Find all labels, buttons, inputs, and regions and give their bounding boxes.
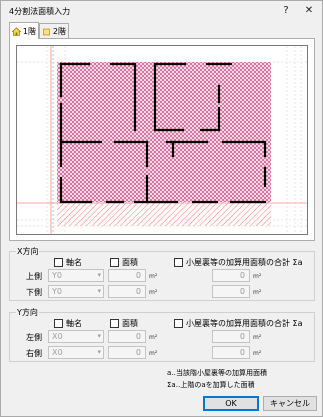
x-loft-label: 小屋裏等の加算用面積の合計 Σa xyxy=(186,258,303,267)
x-area-label: 面積 xyxy=(122,258,138,267)
x-upper-loft-input[interactable]: 0 xyxy=(212,269,250,282)
x-lower-loft-input[interactable]: 0 xyxy=(212,285,250,298)
y-left-area-input[interactable]: 0 xyxy=(108,330,146,343)
y-right-loft-input[interactable]: 0 xyxy=(212,346,250,359)
x-area-checkbox[interactable] xyxy=(110,258,119,267)
y-right-area-unit: m² xyxy=(149,350,158,357)
y-left-area-unit: m² xyxy=(149,334,158,341)
y-loft-label: 小屋裏等の加算用面積の合計 Σa xyxy=(186,319,303,328)
tab-2f[interactable]: 2階 xyxy=(39,23,69,38)
x-upper-label: 上側 xyxy=(26,272,42,281)
y-left-loft-input[interactable]: 0 xyxy=(212,330,250,343)
y-area-option[interactable]: 面積 xyxy=(110,318,138,329)
y-axis-name-option[interactable]: 軸名 xyxy=(54,318,82,329)
note-a: a‥当該階小屋裏等の加算用面積 xyxy=(167,369,267,377)
x-direction-title: X方向 xyxy=(16,246,40,257)
floor-area-hatch xyxy=(57,62,271,202)
title-bar: 4分割法面積入力 ? ✕ xyxy=(1,1,322,21)
y-right-loft-unit: m² xyxy=(253,350,262,357)
cancel-button[interactable]: キャンセル xyxy=(263,396,317,411)
x-loft-checkbox[interactable] xyxy=(174,258,183,267)
x-axis-name-label: 軸名 xyxy=(66,258,82,267)
y-left-label: 左側 xyxy=(26,333,42,342)
y-right-label: 右側 xyxy=(26,349,42,358)
y-area-checkbox[interactable] xyxy=(110,319,119,328)
x-lower-area-unit: m² xyxy=(149,289,158,296)
x-upper-axis-select[interactable]: Y0 ▾ xyxy=(48,269,104,282)
x-lower-axis-value: Y0 xyxy=(52,287,62,296)
y-loft-option[interactable]: 小屋裏等の加算用面積の合計 Σa xyxy=(174,318,303,329)
x-axis-name-option[interactable]: 軸名 xyxy=(54,257,82,268)
x-lower-area-input[interactable]: 0 xyxy=(108,285,146,298)
tab-1f[interactable]: 1階 xyxy=(9,22,39,39)
house-icon xyxy=(12,27,21,36)
chevron-down-icon: ▾ xyxy=(97,271,101,279)
x-lower-label: 下側 xyxy=(26,288,42,297)
floor-plan-drawing xyxy=(17,46,307,234)
tab-1f-label: 1階 xyxy=(22,27,36,36)
ok-button[interactable]: OK xyxy=(203,396,259,411)
y-right-axis-select[interactable]: X0 ▾ xyxy=(48,346,104,359)
x-direction-group: X方向 軸名 面積 小屋裏等の加算用面積の合計 Σa 上側 Y0 ▾ 0 m² 0… xyxy=(9,246,315,301)
x-upper-axis-value: Y0 xyxy=(52,271,62,280)
dialog-window: 4分割法面積入力 ? ✕ 1階 2階 X方向 軸名 面積 小屋裏等の加算用面積の… xyxy=(0,0,323,417)
y-direction-title: Y方向 xyxy=(16,307,39,318)
x-upper-area-unit: m² xyxy=(149,273,158,280)
x-loft-option[interactable]: 小屋裏等の加算用面積の合計 Σa xyxy=(174,257,303,268)
x-lower-loft-unit: m² xyxy=(253,289,262,296)
y-left-axis-select[interactable]: X0 ▾ xyxy=(48,330,104,343)
x-area-option[interactable]: 面積 xyxy=(110,257,138,268)
chevron-down-icon: ▾ xyxy=(97,287,101,295)
note-sigma-a: Σa‥上階のaを加算した面積 xyxy=(167,381,255,389)
y-right-axis-value: X0 xyxy=(52,348,63,357)
chevron-down-icon: ▾ xyxy=(97,348,101,356)
y-left-axis-value: X0 xyxy=(52,332,63,341)
close-button[interactable]: ✕ xyxy=(300,3,318,19)
help-button[interactable]: ? xyxy=(277,3,295,19)
y-loft-checkbox[interactable] xyxy=(174,319,183,328)
y-left-loft-unit: m² xyxy=(253,334,262,341)
tab-2f-label: 2階 xyxy=(52,27,66,36)
x-axis-name-checkbox[interactable] xyxy=(54,258,63,267)
square-icon xyxy=(43,28,50,36)
y-area-label: 面積 xyxy=(122,319,138,328)
chevron-down-icon: ▾ xyxy=(97,332,101,340)
x-upper-loft-unit: m² xyxy=(253,273,262,280)
y-right-area-input[interactable]: 0 xyxy=(108,346,146,359)
y-axis-name-checkbox[interactable] xyxy=(54,319,63,328)
x-lower-axis-select[interactable]: Y0 ▾ xyxy=(48,285,104,298)
lower-strip-hatch xyxy=(57,202,271,226)
tab-panel xyxy=(9,38,315,241)
floor-plan-canvas[interactable] xyxy=(16,45,308,235)
window-title: 4分割法面積入力 xyxy=(9,7,71,16)
x-upper-area-input[interactable]: 0 xyxy=(108,269,146,282)
y-direction-group: Y方向 軸名 面積 小屋裏等の加算用面積の合計 Σa 左側 X0 ▾ 0 m² 0… xyxy=(9,307,315,362)
y-axis-name-label: 軸名 xyxy=(66,319,82,328)
